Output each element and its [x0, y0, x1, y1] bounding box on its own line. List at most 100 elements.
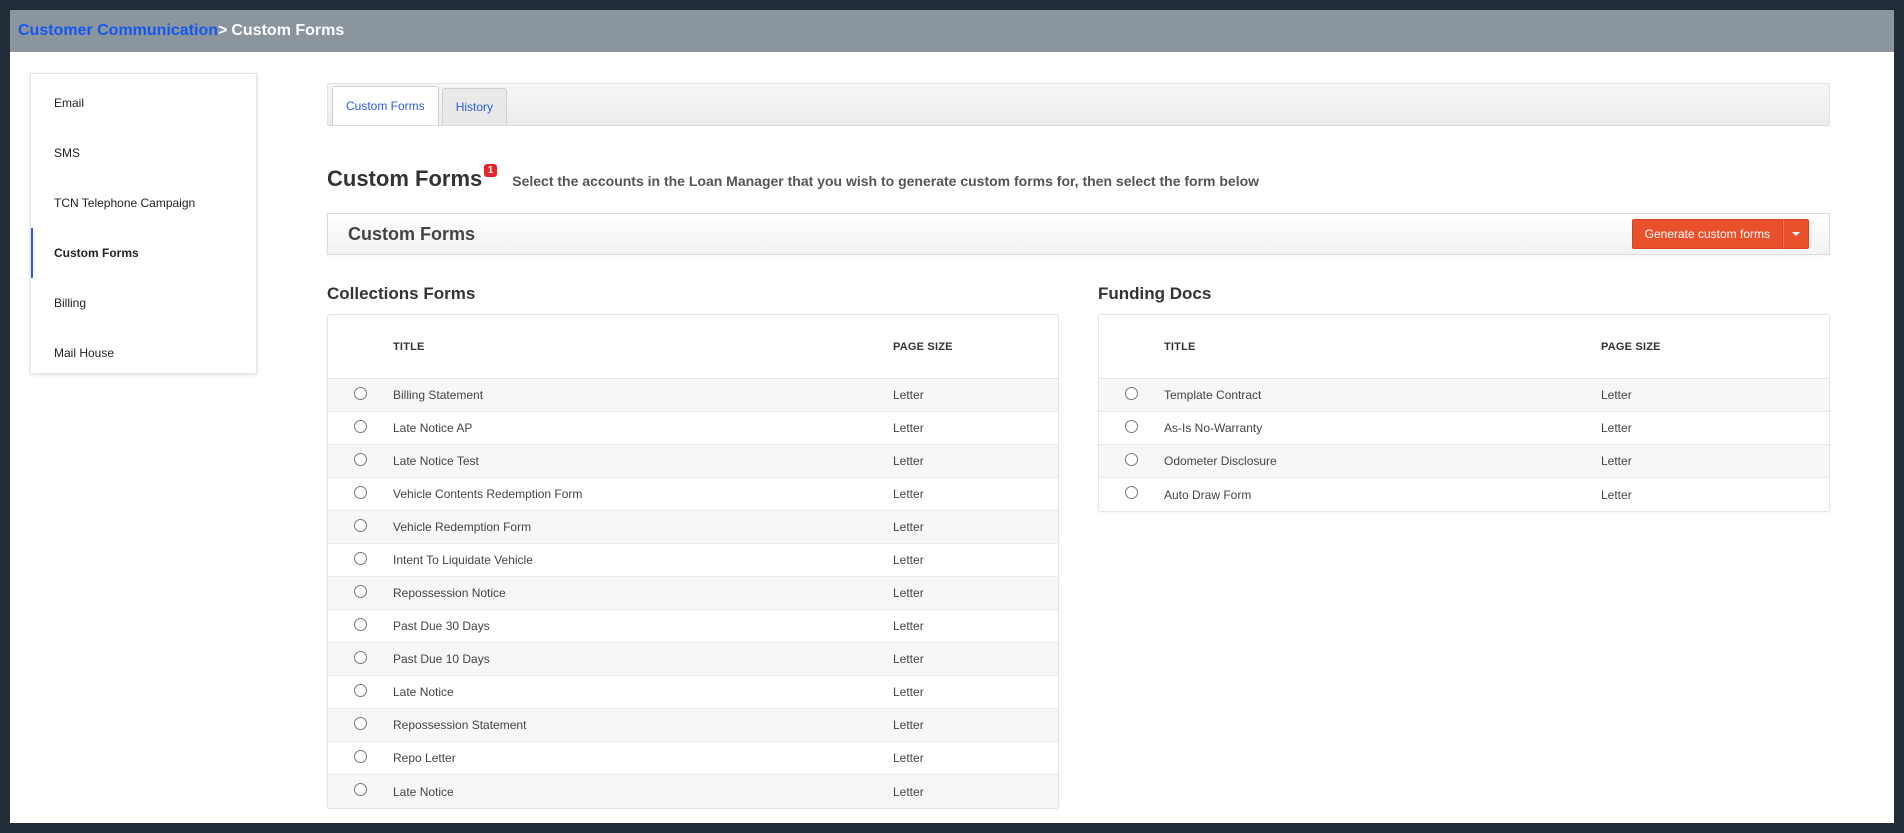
breadcrumb-parent-link[interactable]: Customer Communication [18, 22, 218, 40]
sidebar-item-label: Email [54, 96, 85, 110]
row-select-radio[interactable] [354, 716, 367, 730]
sidebar-item-sms[interactable]: SMS [31, 128, 256, 178]
row-select-radio[interactable] [354, 551, 367, 565]
form-page-size: Letter [893, 487, 924, 501]
count-badge: 1 [483, 164, 498, 177]
sidebar-item-label: SMS [54, 146, 81, 160]
row-select-cell [328, 518, 393, 532]
table-row[interactable]: Late Notice AP Letter [328, 412, 1058, 445]
page-heading: Custom Forms 1 Select the accounts in the… [327, 164, 1830, 196]
sidebar-nav: Email SMS TCN Telephone Campaign Custom … [30, 73, 257, 374]
sidebar-item-custom-forms[interactable]: Custom Forms [31, 228, 256, 278]
column-header-title[interactable]: TITLE [1164, 341, 1601, 353]
table-row[interactable]: Template Contract Letter [1099, 379, 1829, 412]
row-select-cell [328, 386, 393, 400]
table-row[interactable]: Intent To Liquidate Vehicle Letter [328, 544, 1058, 577]
row-select-radio[interactable] [354, 584, 367, 598]
table-row[interactable]: Late Notice Letter [328, 775, 1058, 808]
table-row[interactable]: Odometer Disclosure Letter [1099, 445, 1829, 478]
form-page-size: Letter [893, 751, 924, 765]
row-select-radio[interactable] [1125, 486, 1138, 499]
form-title: Repo Letter [393, 751, 456, 765]
row-select-radio[interactable] [354, 650, 367, 664]
sidebar-item-label: Custom Forms [54, 246, 139, 260]
row-select-cell [1099, 386, 1164, 400]
app-frame: Customer Communication > Custom Forms Em… [10, 10, 1894, 823]
row-select-radio[interactable] [354, 683, 367, 697]
table-row[interactable]: Vehicle Contents Redemption Form Letter [328, 478, 1058, 511]
sidebar-item-tcn-telephone-campaign[interactable]: TCN Telephone Campaign [31, 178, 256, 228]
column-header-title[interactable]: TITLE [393, 341, 893, 353]
column-header-page-size[interactable]: PAGE SIZE [893, 341, 1058, 353]
row-select-cell [328, 749, 393, 763]
forms-columns: Collections Forms TITLE PAGE SIZE Billin… [327, 284, 1830, 809]
funding-docs-section: Funding Docs TITLE PAGE SIZE Template Co… [1098, 284, 1830, 809]
table-row[interactable]: Late Notice Test Letter [328, 445, 1058, 478]
row-select-radio[interactable] [354, 419, 367, 433]
row-select-radio[interactable] [354, 617, 367, 631]
form-title: Past Due 10 Days [393, 652, 490, 666]
form-title: Intent To Liquidate Vehicle [393, 553, 533, 567]
table-row[interactable]: Repossession Statement Letter [328, 709, 1058, 742]
table-row[interactable]: Vehicle Redemption Form Letter [328, 511, 1058, 544]
row-select-radio[interactable] [1125, 419, 1138, 433]
sidebar-item-email[interactable]: Email [31, 78, 256, 128]
main-content: Custom Forms History Custom Forms 1 Selec… [327, 83, 1830, 809]
sidebar-item-billing[interactable]: Billing [31, 278, 256, 328]
row-select-radio[interactable] [354, 386, 367, 400]
form-title: Template Contract [1164, 388, 1262, 402]
tab-history[interactable]: History [441, 88, 508, 125]
form-page-size: Letter [893, 454, 924, 468]
table-row[interactable]: Repossession Notice Letter [328, 577, 1058, 610]
table-row[interactable]: Late Notice Letter [328, 676, 1058, 709]
generate-options-dropdown-button[interactable] [1783, 219, 1809, 249]
row-select-cell [328, 650, 393, 664]
form-page-size: Letter [893, 652, 924, 666]
page-title: Custom Forms 1 [327, 164, 498, 192]
row-select-radio[interactable] [1125, 386, 1138, 400]
breadcrumb: Customer Communication > Custom Forms [10, 10, 1894, 52]
form-page-size: Letter [1601, 487, 1632, 502]
row-select-radio[interactable] [354, 485, 367, 499]
funding-docs-rows: Template Contract Letter As-Is No-Warranty… [1099, 379, 1829, 511]
form-page-size: Letter [893, 553, 924, 567]
row-select-radio[interactable] [354, 749, 367, 763]
sidebar-item-mail-house[interactable]: Mail House [31, 328, 256, 378]
form-title: Late Notice Test [393, 454, 479, 468]
form-title: Odometer Disclosure [1164, 454, 1277, 468]
table-row[interactable]: As-Is No-Warranty Letter [1099, 412, 1829, 445]
row-select-cell [328, 485, 393, 499]
form-title: Late Notice AP [393, 421, 473, 435]
row-select-radio[interactable] [354, 452, 367, 466]
generate-button-group: Generate custom forms [1631, 219, 1809, 249]
caret-down-icon [1792, 232, 1800, 236]
form-title: Late Notice [393, 784, 454, 799]
table-row[interactable]: Billing Statement Letter [328, 379, 1058, 412]
table-row[interactable]: Repo Letter Letter [328, 742, 1058, 775]
row-select-cell [328, 617, 393, 631]
form-title: Billing Statement [393, 388, 484, 402]
form-title: Vehicle Contents Redemption Form [393, 487, 583, 501]
form-page-size: Letter [893, 586, 924, 600]
form-page-size: Letter [893, 685, 924, 699]
column-header-page-size[interactable]: PAGE SIZE [1601, 341, 1829, 353]
tab-custom-forms[interactable]: Custom Forms [332, 86, 439, 125]
row-select-cell [1099, 452, 1164, 466]
sidebar-item-label: Mail House [54, 346, 115, 360]
table-row[interactable]: Past Due 10 Days Letter [328, 643, 1058, 676]
generate-custom-forms-button[interactable]: Generate custom forms [1631, 219, 1783, 249]
collections-forms-rows: Billing Statement Letter Late Notice AP Let… [328, 379, 1058, 808]
row-select-cell [328, 452, 393, 466]
form-page-size: Letter [893, 388, 924, 402]
form-page-size: Letter [893, 784, 924, 799]
table-row[interactable]: Auto Draw Form Letter [1099, 478, 1829, 511]
row-select-cell [328, 716, 393, 730]
row-select-radio[interactable] [354, 783, 367, 796]
row-select-radio[interactable] [354, 518, 367, 532]
collections-forms-section: Collections Forms TITLE PAGE SIZE Billin… [327, 284, 1059, 809]
table-row[interactable]: Past Due 30 Days Letter [328, 610, 1058, 643]
row-select-radio[interactable] [1125, 452, 1138, 466]
row-select-cell [328, 419, 393, 433]
funding-docs-table: TITLE PAGE SIZE Template Contract Letter A… [1098, 314, 1830, 512]
collections-forms-table: TITLE PAGE SIZE Billing Statement Letter L… [327, 314, 1059, 809]
